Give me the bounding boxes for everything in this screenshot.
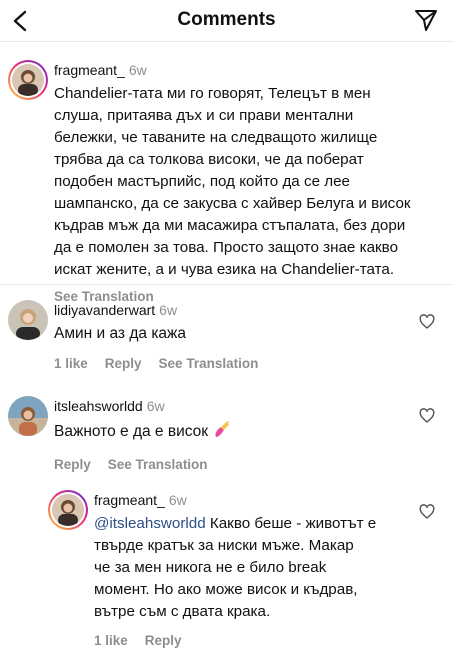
- comment: fragmeant_ 6w Chandelier-тата ми го говор…: [8, 60, 448, 304]
- comment-text: Важното е да е висок: [54, 419, 414, 446]
- comment-line: искат жените, а и чува езика на Chandeli…: [54, 261, 395, 278]
- comment-timestamp: 6w: [159, 302, 178, 318]
- comment-line: Какво беше - животът е: [205, 515, 377, 532]
- comment-timestamp: 6w: [168, 492, 187, 508]
- page-title: Comments: [177, 9, 276, 30]
- heart-icon: [419, 504, 435, 519]
- heart-icon: [419, 408, 435, 423]
- likes-count[interactable]: 1 like: [94, 633, 128, 648]
- comment-line: Chandelier-тата ми го говорят, Телецът в…: [54, 85, 371, 102]
- reply-comment: fragmeant_ 6w @itsleahsworldd Какво беше …: [48, 490, 448, 648]
- likes-count[interactable]: 1 like: [54, 356, 88, 371]
- reply-button[interactable]: Reply: [105, 356, 142, 371]
- comment-username[interactable]: fragmeant_: [94, 492, 165, 508]
- reply-button[interactable]: Reply: [54, 457, 91, 472]
- avatar[interactable]: [8, 396, 48, 436]
- comment-line: вътре съм с двата крака.: [94, 603, 271, 620]
- divider: [0, 284, 453, 285]
- comment-text: @itsleahsworldd Какво беше - животът е т…: [94, 513, 414, 623]
- comment-line: слуша, притаява дъх и си прави ментални: [54, 107, 354, 124]
- comment-line: да е помолен за това. Просто защото знае…: [54, 239, 399, 256]
- avatar-story-ring[interactable]: [48, 490, 88, 530]
- comment-timestamp: 6w: [146, 398, 165, 414]
- avatar-story-ring[interactable]: [8, 60, 48, 100]
- comment-line: подобен мастърпийс, под който да се лее: [54, 173, 350, 190]
- comment: lidiyavanderwart 6w Амин и аз да кажа 1 l…: [8, 300, 448, 371]
- heart-icon: [419, 314, 435, 329]
- share-button[interactable]: [411, 4, 441, 36]
- comment-line: твърде кратък за ниски мъже. Макар: [94, 537, 354, 554]
- avatar[interactable]: [8, 300, 48, 340]
- comment-line: момент. Но ако може висок и къдрав,: [94, 581, 358, 598]
- comment-line: бележки, че таваните на следващото жилищ…: [54, 129, 378, 146]
- comment: itsleahsworldd 6w Важното е да е висок Re…: [8, 396, 448, 472]
- comment-line: къдрав мъж да ми масажира стъпалата, без…: [54, 217, 406, 234]
- avatar: [12, 64, 44, 96]
- comments-header: Comments: [0, 0, 453, 42]
- see-translation-button[interactable]: See Translation: [108, 457, 208, 472]
- nail-polish-emoji: [212, 419, 232, 446]
- comment-text-content: Важното е да е висок: [54, 423, 209, 440]
- comment-username[interactable]: fragmeant_: [54, 62, 125, 78]
- paper-plane-icon: [415, 10, 437, 31]
- like-button[interactable]: [418, 313, 436, 331]
- comment-text: Chandelier-тата ми го говорят, Телецът в…: [54, 83, 444, 281]
- reply-button[interactable]: Reply: [145, 633, 182, 648]
- see-translation-button[interactable]: See Translation: [159, 356, 259, 371]
- comment-line: че за мен никога не е било break: [94, 559, 327, 576]
- like-button[interactable]: [418, 407, 436, 425]
- like-button[interactable]: [418, 503, 436, 521]
- comment-line: шампанско, да се закусва с хайвер Белуга…: [54, 195, 411, 212]
- comment-username[interactable]: lidiyavanderwart: [54, 302, 155, 318]
- comment-line: трябва да са толкова високи, че да побер…: [54, 151, 364, 168]
- comment-username[interactable]: itsleahsworldd: [54, 398, 143, 414]
- user-mention-link[interactable]: @itsleahsworldd: [94, 515, 206, 532]
- comment-timestamp: 6w: [128, 62, 147, 78]
- comment-text: Амин и аз да кажа: [54, 325, 187, 342]
- avatar: [52, 494, 84, 526]
